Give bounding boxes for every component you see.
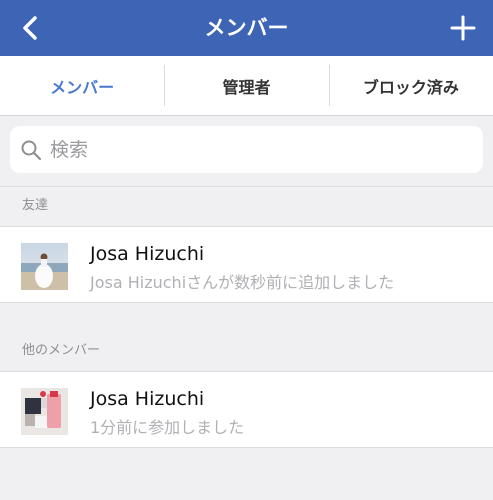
section-header-other-members: 他のメンバー xyxy=(0,303,493,371)
page-title: メンバー xyxy=(204,16,289,40)
tab-members[interactable]: メンバー xyxy=(0,56,164,115)
avatar xyxy=(21,243,68,290)
tab-admins[interactable]: 管理者 xyxy=(164,56,328,115)
add-member-button[interactable] xyxy=(447,12,479,44)
member-row[interactable]: Josa Hizuchi 1分前に参加しました xyxy=(0,371,493,448)
member-name: Josa Hizuchi xyxy=(90,243,205,265)
search-icon xyxy=(21,140,42,160)
search-area xyxy=(0,116,493,187)
member-name: Josa Hizuchi xyxy=(90,388,205,410)
plus-icon xyxy=(450,15,476,41)
section-header-friends: 友達 xyxy=(0,187,493,225)
chevron-left-icon xyxy=(23,16,37,40)
search-input[interactable] xyxy=(48,137,472,162)
member-row[interactable]: Josa Hizuchi Josa Hizuchiさんが数秒前に追加しました xyxy=(0,226,493,303)
tab-bar: メンバー 管理者 ブロック済み xyxy=(0,56,493,116)
avatar xyxy=(21,388,68,435)
member-status: 1分前に参加しました xyxy=(90,418,245,437)
navigation-bar: メンバー xyxy=(0,0,493,56)
tab-blocked[interactable]: ブロック済み xyxy=(328,56,493,115)
member-status: Josa Hizuchiさんが数秒前に追加しました xyxy=(90,273,395,292)
search-box[interactable] xyxy=(10,126,483,173)
back-button[interactable] xyxy=(14,12,46,44)
